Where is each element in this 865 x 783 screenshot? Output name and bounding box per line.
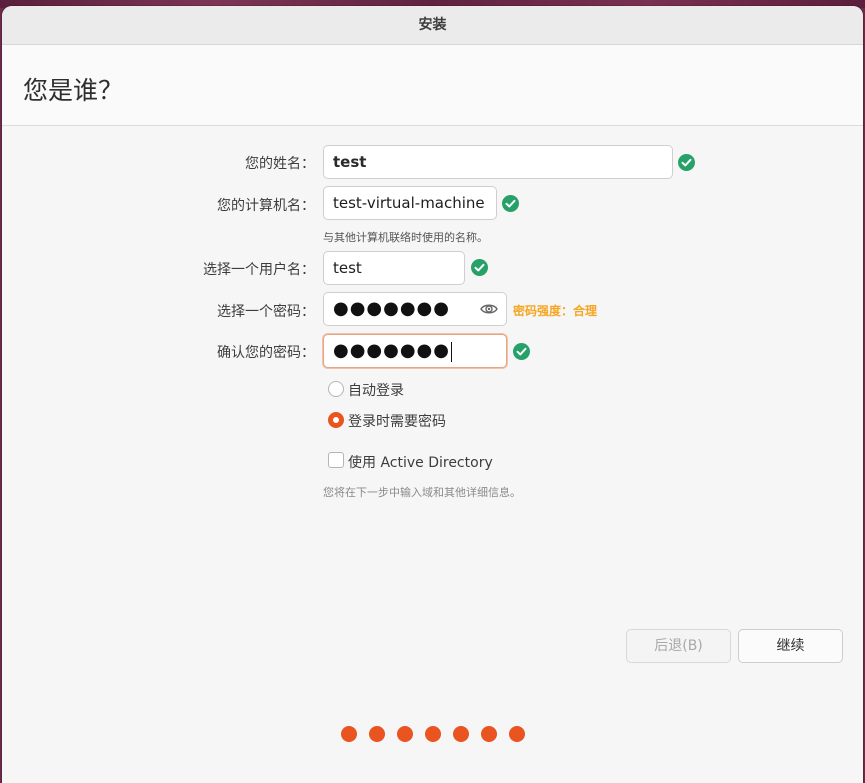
window-title: 安装 [418, 17, 447, 33]
require-password-radio[interactable] [328, 412, 344, 428]
confirm-password-field[interactable]: ●●●●●●● [323, 334, 507, 368]
back-button[interactable]: 后退(B) [626, 629, 731, 663]
progress-dot [341, 726, 357, 742]
check-circle-icon [513, 343, 530, 360]
password-strength: 密码强度：合理 [513, 304, 598, 318]
computer-name-field[interactable]: test-virtual-machine [323, 186, 497, 220]
computer-name-label: 您的计算机名： [217, 198, 315, 214]
active-directory-label[interactable]: 使用 Active Directory [348, 452, 493, 472]
username-label: 选择一个用户名： [203, 262, 315, 278]
auto-login-radio[interactable] [328, 381, 344, 397]
auto-login-label[interactable]: 自动登录 [348, 380, 404, 400]
progress-dot [509, 726, 525, 742]
installer-window: 安装 您是谁？ 您的姓名： test 您的计算机名： test-virtual-… [2, 6, 863, 783]
eye-icon[interactable] [479, 299, 499, 319]
progress-dot [481, 726, 497, 742]
computer-name-hint: 与其他计算机联络时使用的名称。 [323, 231, 488, 244]
name-label: 您的姓名： [245, 156, 315, 172]
progress-dot [369, 726, 385, 742]
name-field[interactable]: test [323, 145, 673, 179]
username-field[interactable]: test [323, 251, 465, 285]
confirm-password-label: 确认您的密码： [217, 345, 315, 361]
check-circle-icon [502, 195, 519, 212]
progress-dot [397, 726, 413, 742]
text-caret [450, 341, 452, 362]
progress-dot [453, 726, 469, 742]
check-circle-icon [678, 154, 695, 171]
check-circle-icon [471, 259, 488, 276]
active-directory-checkbox[interactable] [328, 452, 344, 468]
page-header: 您是谁？ [2, 45, 863, 126]
page-title: 您是谁？ [23, 76, 124, 105]
active-directory-hint: 您将在下一步中输入域和其他详细信息。 [323, 486, 521, 499]
require-password-label[interactable]: 登录时需要密码 [348, 411, 446, 431]
progress-dot [425, 726, 441, 742]
continue-button[interactable]: 继续 [738, 629, 843, 663]
password-label: 选择一个密码： [217, 304, 315, 320]
confirm-password-dots: ●●●●●●● [333, 340, 450, 361]
password-dots: ●●●●●●● [333, 298, 450, 319]
window-titlebar[interactable]: 安装 [2, 6, 863, 45]
